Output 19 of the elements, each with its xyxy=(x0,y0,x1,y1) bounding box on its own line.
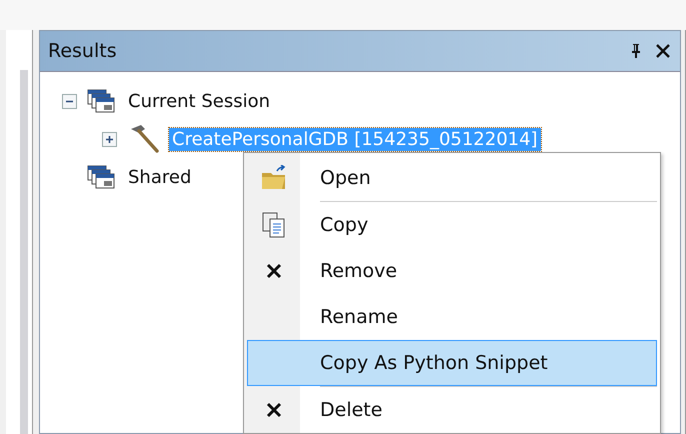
pin-icon[interactable] xyxy=(630,43,642,59)
windows-icon xyxy=(87,165,115,189)
x-icon xyxy=(265,262,283,280)
windows-icon xyxy=(87,89,115,113)
menu-item[interactable]: Delete xyxy=(247,387,657,433)
x-icon xyxy=(265,401,283,419)
menu-item[interactable]: Remove xyxy=(247,248,657,294)
folder-icon xyxy=(261,165,287,191)
collapse-icon[interactable] xyxy=(62,94,77,108)
menu-item[interactable]: Copy xyxy=(247,202,657,248)
tree-item[interactable]: Shared xyxy=(125,166,194,188)
panel-title: Results xyxy=(48,40,117,62)
tree-item[interactable]: Current Session xyxy=(125,90,274,112)
documents-icon xyxy=(262,212,286,238)
menu-item[interactable]: Open xyxy=(247,155,657,201)
close-icon[interactable] xyxy=(656,44,670,58)
menu-item[interactable]: Copy As Python Snippet xyxy=(247,340,657,386)
expand-icon[interactable] xyxy=(102,132,117,146)
menu-item[interactable]: Rename xyxy=(247,294,657,340)
